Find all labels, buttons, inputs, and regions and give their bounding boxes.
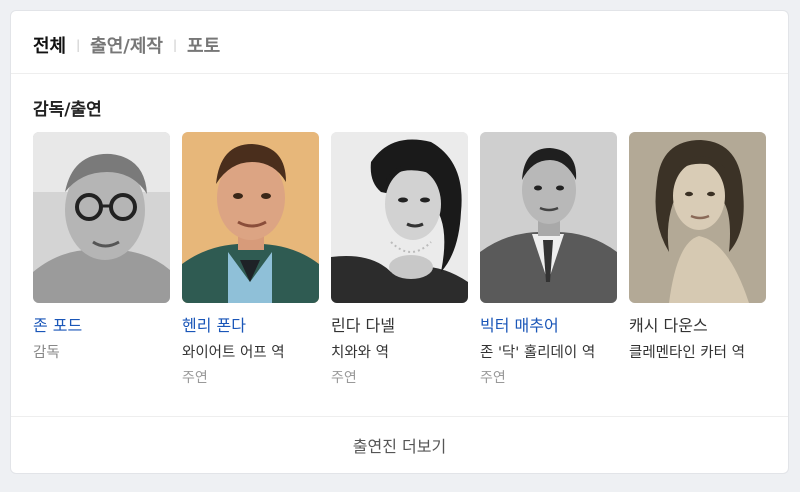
cast-item: 헨리 폰다 와이어트 어프 역 주연 — [182, 132, 319, 388]
person-name[interactable]: 빅터 매추어 — [480, 315, 617, 337]
person-name[interactable]: 헨리 폰다 — [182, 315, 319, 337]
person-role: 존 '닥' 홀리데이 역 — [480, 345, 596, 361]
cast-item: 존 포드 감독 — [33, 132, 170, 388]
tab-separator: | — [173, 38, 178, 52]
person-credit: 주연 — [182, 370, 208, 386]
tab-photo[interactable]: 포토 — [187, 32, 220, 58]
person-name[interactable]: 린다 다넬 — [331, 315, 468, 337]
person-role: 감독 — [33, 345, 60, 361]
person-photo[interactable] — [331, 132, 468, 303]
person-photo[interactable] — [629, 132, 766, 303]
person-photo[interactable] — [480, 132, 617, 303]
more-cast-button[interactable]: 출연진 더보기 — [11, 433, 788, 457]
person-role: 와이어트 어프 역 — [182, 345, 285, 361]
tab-separator: | — [76, 38, 81, 52]
person-credit: 주연 — [331, 370, 357, 386]
person-credit: 주연 — [480, 370, 506, 386]
person-role: 클레멘타인 카터 역 — [629, 345, 745, 361]
person-photo[interactable] — [182, 132, 319, 303]
cast-item: 린다 다넬 치와와 역 주연 — [331, 132, 468, 388]
person-name[interactable]: 존 포드 — [33, 315, 170, 337]
tab-bar: 전체 | 출연/제작 | 포토 — [33, 33, 220, 57]
tab-all[interactable]: 전체 — [33, 32, 66, 58]
person-name[interactable]: 캐시 다운스 — [629, 315, 766, 337]
cast-card: 전체 | 출연/제작 | 포토 감독/출연 존 포드 감독 헨리 폰다 와이어트… — [10, 10, 789, 474]
cast-item: 빅터 매추어 존 '닥' 홀리데이 역 주연 — [480, 132, 617, 388]
tab-cast-production[interactable]: 출연/제작 — [90, 32, 163, 58]
cast-list: 존 포드 감독 헨리 폰다 와이어트 어프 역 주연 린다 다넬 치와와 역 주… — [33, 132, 766, 388]
bottom-divider — [11, 416, 788, 417]
cast-item: 캐시 다운스 클레멘타인 카터 역 — [629, 132, 766, 388]
person-role: 치와와 역 — [331, 345, 389, 361]
section-title: 감독/출연 — [33, 100, 102, 120]
person-photo[interactable] — [33, 132, 170, 303]
tabs-divider — [11, 73, 788, 74]
